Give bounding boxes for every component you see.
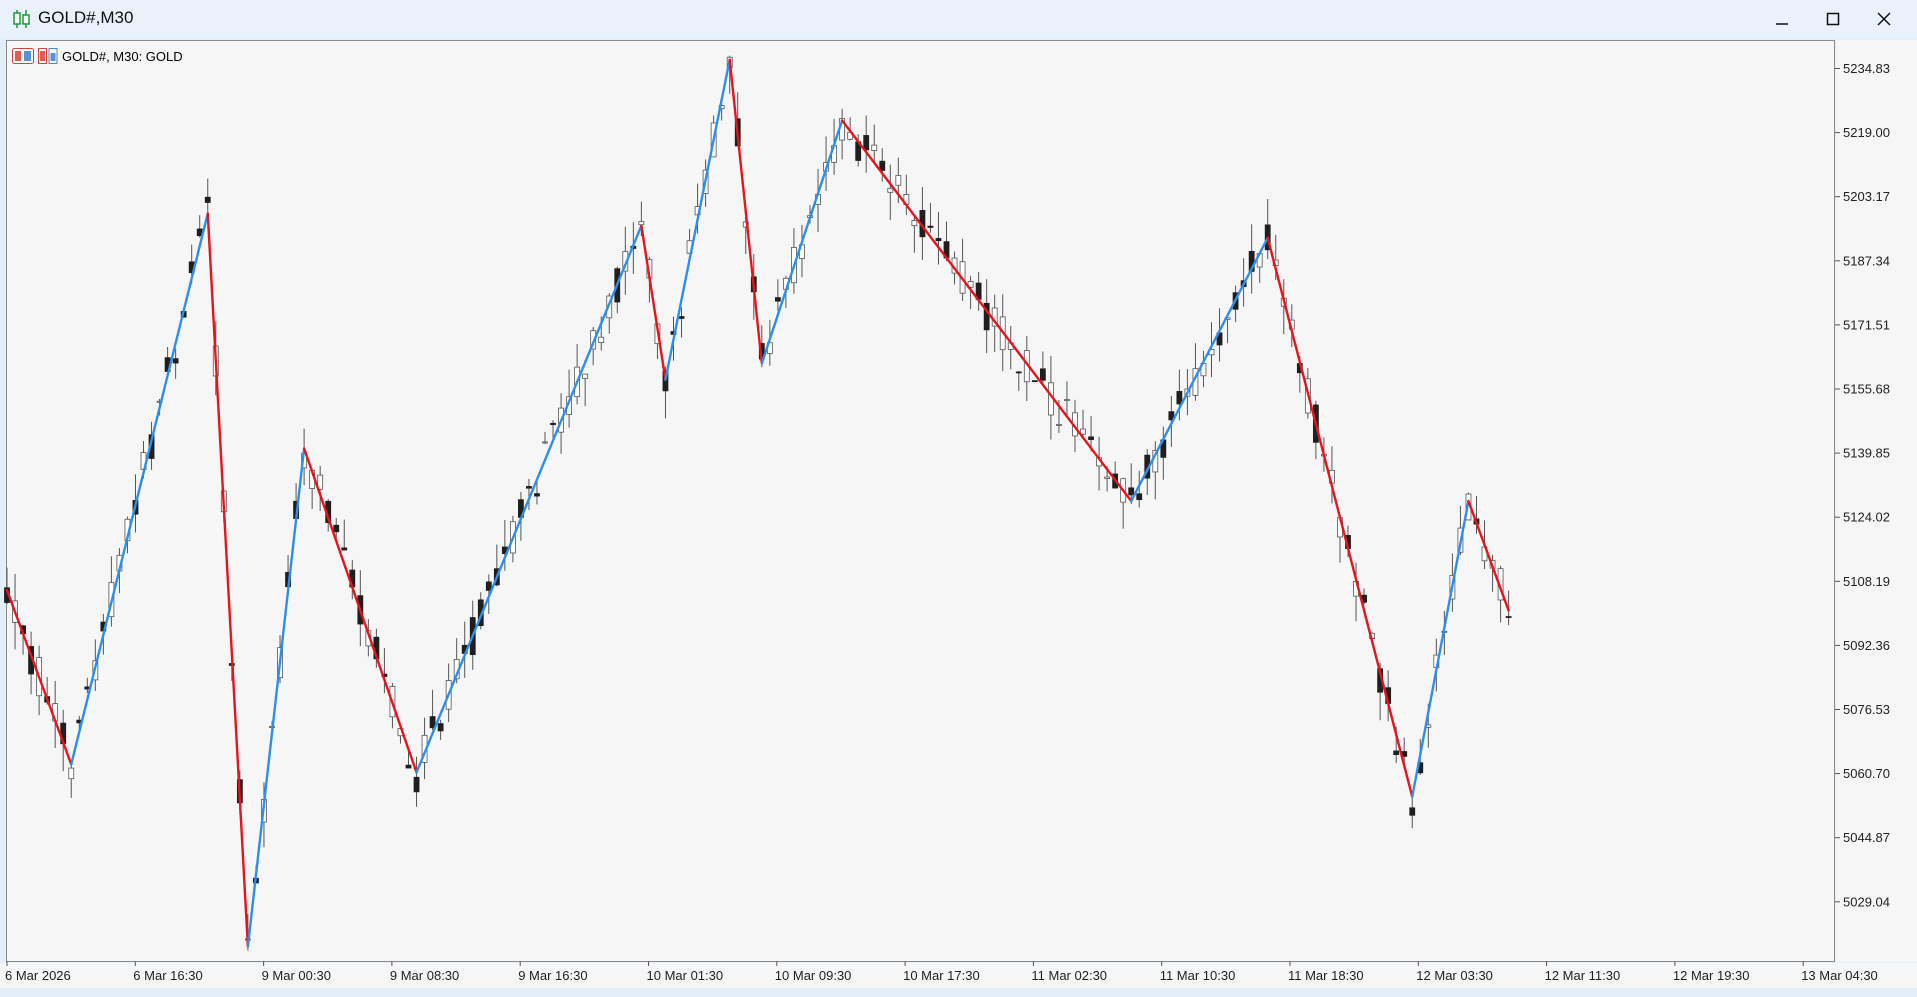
depth-of-market-icon[interactable] (38, 48, 58, 64)
time-tick-label: 12 Mar 03:30 (1416, 968, 1493, 983)
time-tick-label: 11 Mar 10:30 (1160, 968, 1236, 983)
candle (887, 164, 894, 220)
candle (204, 178, 211, 214)
candle (927, 202, 934, 233)
candle (542, 431, 548, 445)
candle (437, 719, 444, 740)
price-tick-label: 5187.34 (1843, 253, 1890, 268)
time-tick-label: 11 Mar 02:30 (1031, 968, 1107, 983)
zigzag-down-leg (206, 212, 250, 948)
candle (983, 279, 990, 354)
zigzag-down-leg (5, 588, 73, 766)
chart-symbol-label: GOLD#, M30: GOLD (12, 47, 183, 65)
price-tick-label: 5044.87 (1843, 830, 1890, 845)
price-tick-label: 5139.85 (1843, 446, 1890, 461)
price-scale: 5234.83 5219.00 5203.17 5187.34 5171.51 5155.… (1835, 61, 1890, 909)
zigzag-down-leg (640, 224, 667, 381)
candle (1264, 198, 1271, 260)
price-tick-label: 5171.51 (1843, 317, 1890, 332)
candle (871, 124, 878, 163)
candle (574, 344, 581, 405)
candle (1015, 370, 1022, 391)
price-tick-label: 5108.19 (1843, 574, 1890, 589)
price-tick-label: 5124.02 (1843, 510, 1890, 525)
zigzag-down-leg (728, 58, 764, 365)
candlestick-series (4, 55, 1512, 951)
time-tick-label: 6 Mar 16:30 (133, 968, 202, 983)
zigzag-down-leg (1467, 499, 1510, 612)
time-tick-label: 10 Mar 17:30 (903, 968, 980, 983)
zigzag-up-leg (760, 119, 844, 365)
time-tick-label: 13 Mar 04:30 (1801, 968, 1878, 983)
candle (429, 689, 436, 731)
time-tick-label: 9 Mar 00:30 (262, 968, 331, 983)
price-tick-label: 5029.04 (1843, 894, 1890, 909)
time-tick-label: 12 Mar 19:30 (1673, 968, 1750, 983)
one-click-trading-icon[interactable] (12, 48, 34, 64)
chart-symbol-text: GOLD#, M30: GOLD (62, 48, 183, 64)
time-tick-label: 12 Mar 11:30 (1545, 968, 1621, 983)
candle (4, 567, 10, 605)
candle (1031, 380, 1038, 383)
time-tick-label: 10 Mar 09:30 (775, 968, 852, 983)
zigzag-indicator (5, 58, 1510, 948)
time-tick-label: 9 Mar 08:30 (390, 968, 459, 983)
price-tick-label: 5219.00 (1843, 125, 1890, 140)
price-tick-label: 5060.70 (1843, 766, 1890, 781)
zigzag-up-leg (70, 212, 209, 766)
price-tick-label: 5155.68 (1843, 382, 1890, 397)
zigzag-up-leg (664, 58, 731, 381)
candle (341, 519, 348, 551)
zigzag-up-leg (1411, 499, 1470, 798)
candle (582, 373, 589, 407)
candle (863, 115, 870, 173)
candle (1248, 224, 1255, 294)
time-tick-label: 11 Mar 18:30 (1288, 968, 1364, 983)
candle (1096, 436, 1102, 491)
zigzag-up-leg (1129, 236, 1269, 503)
zigzag-down-leg (840, 119, 1133, 503)
zigzag-up-leg (246, 447, 306, 948)
candle (1112, 461, 1119, 489)
price-chart[interactable]: 5234.83 5219.00 5203.17 5187.34 5171.51 5155.… (0, 0, 1917, 997)
zigzag-up-leg (415, 224, 643, 774)
time-tick-label: 9 Mar 16:30 (518, 968, 587, 983)
candle (959, 238, 966, 301)
candle (975, 272, 982, 311)
price-tick-label: 5092.36 (1843, 638, 1890, 653)
candle (935, 212, 942, 265)
candle (1120, 477, 1127, 529)
zigzag-down-leg (1266, 236, 1414, 798)
candle (839, 108, 846, 160)
candle (1064, 381, 1070, 416)
time-scale: 6 Mar 2026 6 Mar 16:30 9 Mar 00:30 9 Mar 08… (5, 961, 1878, 983)
candle (1023, 336, 1030, 402)
time-tick-label: 10 Mar 01:30 (647, 968, 724, 983)
price-tick-label: 5203.17 (1843, 189, 1890, 204)
candle (1007, 325, 1014, 370)
candle (1409, 796, 1416, 829)
candle (68, 761, 75, 798)
price-tick-label: 5234.83 (1843, 61, 1890, 76)
time-tick-label: 6 Mar 2026 (5, 968, 71, 983)
price-tick-label: 5076.53 (1843, 702, 1890, 717)
zigzag-down-leg (302, 447, 418, 774)
candle (911, 214, 918, 253)
